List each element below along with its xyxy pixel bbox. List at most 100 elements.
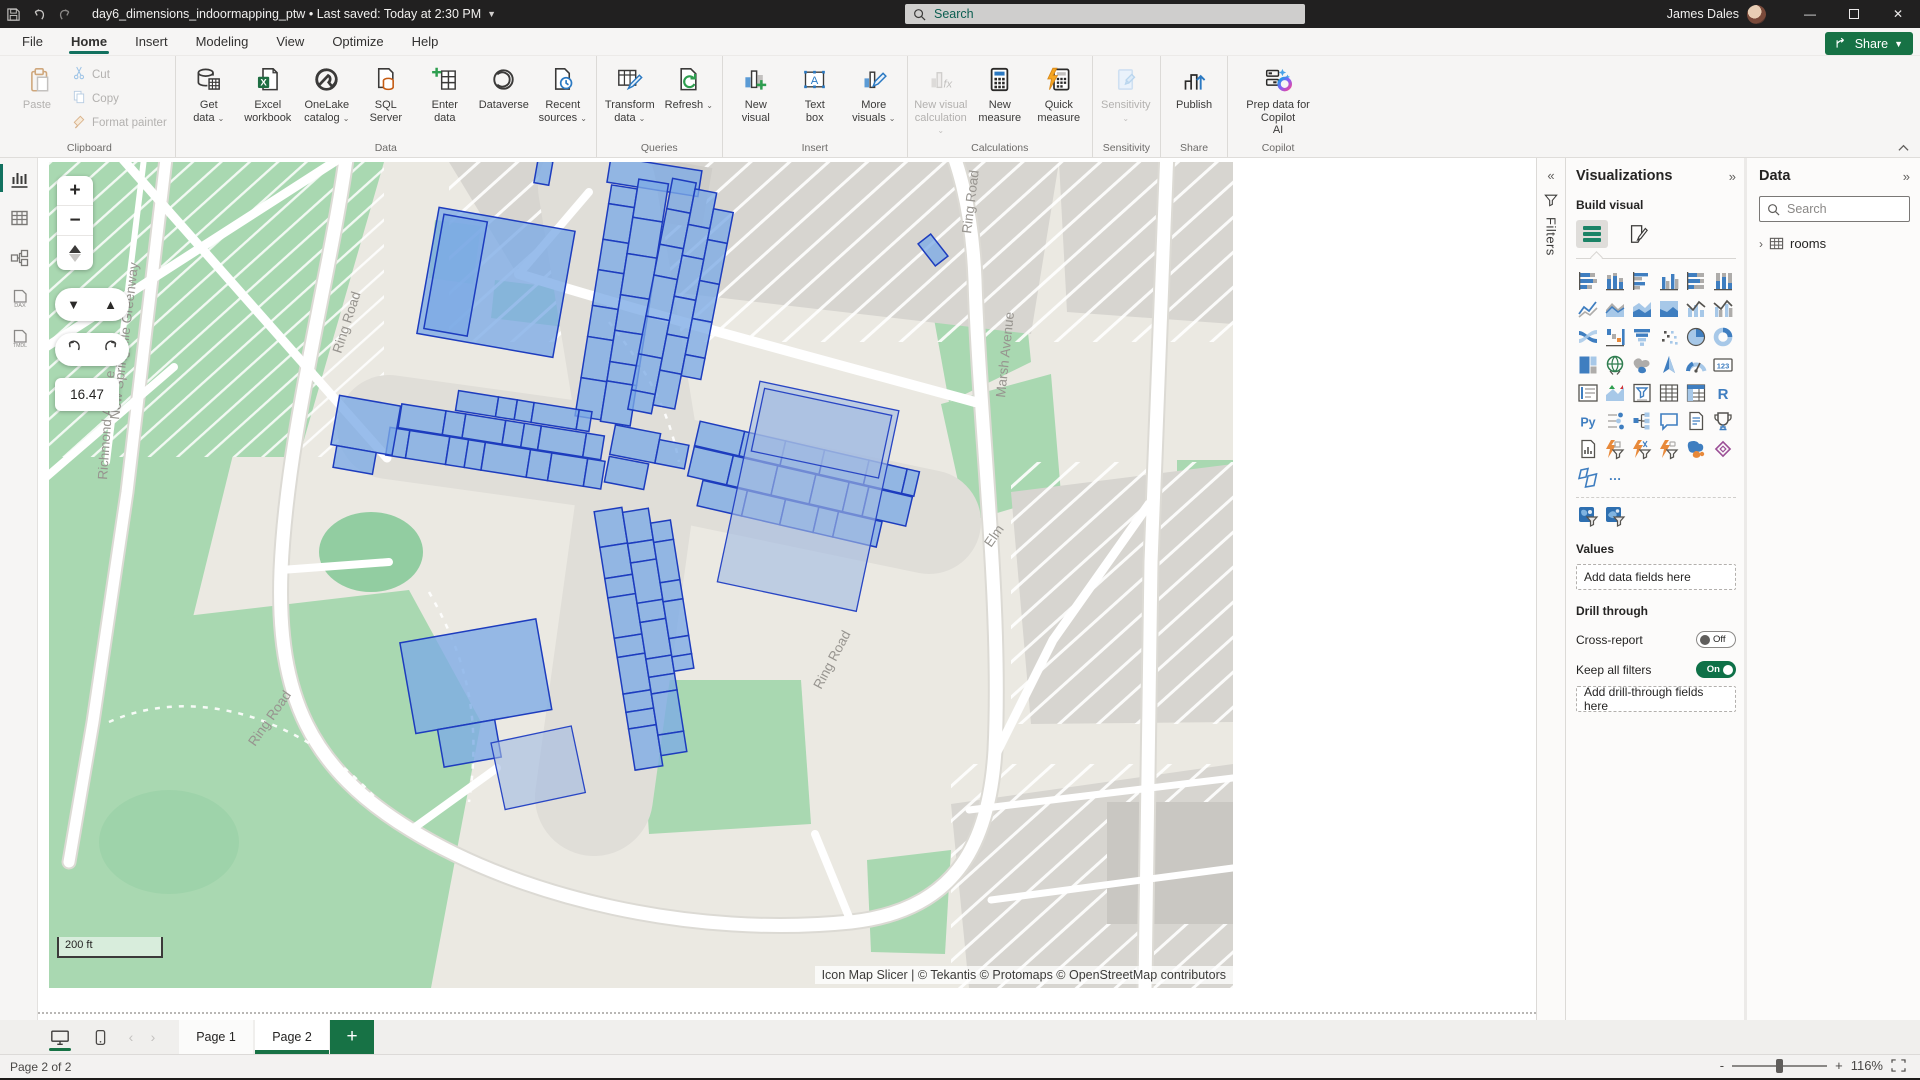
line-and-stacked-column-chart-icon[interactable] (1684, 297, 1708, 321)
menu-modeling[interactable]: Modeling (182, 28, 263, 55)
page-tab-page-1[interactable]: Page 1 (179, 1020, 253, 1054)
azure-map-icon[interactable] (1657, 353, 1681, 377)
clustered-bar-chart-icon[interactable] (1630, 269, 1654, 293)
menu-optimize[interactable]: Optimize (318, 28, 397, 55)
title-dropdown-caret[interactable]: ▼ (487, 9, 496, 19)
fit-to-page-icon[interactable] (1891, 1059, 1906, 1072)
zoom-in-button[interactable]: + (57, 176, 93, 206)
menu-view[interactable]: View (262, 28, 318, 55)
page-tab-page-2[interactable]: Page 2 (255, 1020, 329, 1054)
new-visual-button[interactable]: New visual (727, 58, 785, 136)
funnel-chart-icon[interactable] (1630, 325, 1654, 349)
collapse-ribbon-button[interactable] (1892, 140, 1914, 156)
new-visual-calculation-button[interactable]: fxNew visual calculation ⌄ (912, 58, 970, 138)
r-script-visual-icon[interactable]: R (1711, 381, 1735, 405)
more-visuals-button[interactable]: More visuals ⌄ (845, 58, 903, 136)
user-name[interactable]: James Dales (1667, 7, 1739, 21)
share-button[interactable]: Share▼ (1825, 32, 1913, 55)
cut-button[interactable]: Cut (67, 64, 171, 85)
more-options-icon[interactable]: … (1603, 465, 1627, 489)
table-view-button[interactable] (0, 198, 38, 238)
sensitivity-button[interactable]: Sensitivity ⌄ (1097, 58, 1155, 136)
100-stacked-area-chart-icon[interactable] (1657, 297, 1681, 321)
redo-icon[interactable] (52, 1, 78, 27)
metrics-icon[interactable] (1711, 409, 1735, 433)
report-canvas[interactable]: New Springville GreenwayRichmond AvenueR… (38, 158, 1536, 1020)
azure-map-slicer-icon[interactable] (1576, 465, 1600, 489)
100-stacked-column-chart-icon[interactable] (1711, 269, 1735, 293)
enter-data-button[interactable]: Enter data (416, 58, 474, 136)
mobile-layout-button[interactable] (80, 1020, 120, 1054)
prep-data-for-copilot-ai-button[interactable]: Prep data for Copilot AI (1232, 58, 1324, 137)
icon-map-icon[interactable] (1603, 504, 1627, 528)
build-visual-tab[interactable] (1576, 220, 1608, 248)
area-chart-icon[interactable] (1603, 297, 1627, 321)
paste-button[interactable]: Paste (8, 58, 66, 136)
save-icon[interactable] (0, 1, 26, 27)
collapse-data-button[interactable]: » (1903, 169, 1910, 184)
report-view-button[interactable] (0, 158, 38, 198)
stacked-column-chart-icon[interactable] (1603, 269, 1627, 293)
python-visual-icon[interactable]: Py (1576, 409, 1600, 433)
collapse-visualizations-button[interactable]: » (1729, 169, 1736, 184)
map-visual[interactable]: New Springville GreenwayRichmond AvenueR… (49, 162, 1233, 988)
card-icon[interactable]: 123 (1711, 353, 1735, 377)
100-stacked-bar-chart-icon[interactable] (1684, 269, 1708, 293)
purple-custom-visual-icon[interactable] (1711, 437, 1735, 461)
ribbon-chart-icon[interactable] (1576, 325, 1600, 349)
waterfall-chart-icon[interactable] (1603, 325, 1627, 349)
pie-chart-icon[interactable] (1684, 325, 1708, 349)
model-view-button[interactable] (0, 238, 38, 278)
arcgis-map-icon[interactable] (1684, 437, 1708, 461)
pitch-control[interactable] (57, 236, 93, 270)
decomposition-tree-icon[interactable] (1630, 409, 1654, 433)
menu-file[interactable]: File (8, 28, 57, 55)
slicer-icon[interactable] (1630, 381, 1654, 405)
power-automate-visual-icon[interactable] (1657, 437, 1681, 461)
copy-button[interactable]: Copy (67, 88, 171, 109)
tmdl-view-button[interactable]: TMDL (0, 318, 38, 358)
paginated-report-icon[interactable] (1576, 437, 1600, 461)
format-painter-button[interactable]: Format painter (67, 112, 171, 133)
quick-measure-button[interactable]: Quick measure (1030, 58, 1088, 136)
power-automate-icon[interactable] (1630, 437, 1654, 461)
new-page-button[interactable]: + (330, 1020, 374, 1054)
transform-data-button[interactable]: Transform data ⌄ (601, 58, 659, 136)
rotate-right-button[interactable] (103, 339, 119, 360)
sql-server-button[interactable]: SQL Server (357, 58, 415, 136)
next-page-arrow[interactable]: › (142, 1020, 164, 1054)
avatar[interactable] (1747, 5, 1766, 24)
floor-up-button[interactable]: ▲ (104, 297, 117, 312)
stacked-bar-chart-icon[interactable] (1576, 269, 1600, 293)
minimize-button[interactable]: — (1788, 0, 1832, 28)
data-table-row[interactable]: › rooms (1759, 236, 1910, 251)
filters-pane-title[interactable]: Filters (1544, 217, 1559, 256)
menu-help[interactable]: Help (398, 28, 453, 55)
menu-insert[interactable]: Insert (121, 28, 182, 55)
close-button[interactable]: ✕ (1876, 0, 1920, 28)
undo-icon[interactable] (26, 1, 52, 27)
line-chart-icon[interactable] (1576, 297, 1600, 321)
keep-all-filters-toggle[interactable]: On (1696, 661, 1736, 678)
line-and-clustered-column-chart-icon[interactable] (1711, 297, 1735, 321)
publish-button[interactable]: Publish (1165, 58, 1223, 136)
onelake-catalog-button[interactable]: OneLake catalog ⌄ (298, 58, 356, 136)
prev-page-arrow[interactable]: ‹ (120, 1020, 142, 1054)
q-and-a-icon[interactable] (1657, 409, 1681, 433)
zoom-out-canvas[interactable]: - (1720, 1058, 1724, 1073)
scatter-chart-icon[interactable] (1657, 325, 1681, 349)
donut-chart-icon[interactable] (1711, 325, 1735, 349)
zoom-slider[interactable] (1732, 1065, 1827, 1067)
expand-chevron-icon[interactable]: › (1759, 237, 1763, 251)
floor-down-button[interactable]: ▼ (67, 297, 80, 312)
data-search-input[interactable]: Search (1759, 196, 1910, 222)
zoom-out-button[interactable]: − (57, 206, 93, 236)
excel-workbook-button[interactable]: XExcel workbook (239, 58, 297, 136)
zoom-level-value[interactable]: 16.47 (55, 378, 119, 411)
rotate-left-button[interactable] (66, 339, 82, 360)
desktop-layout-button[interactable] (40, 1020, 80, 1054)
stacked-area-chart-icon[interactable] (1630, 297, 1654, 321)
format-visual-tab[interactable] (1622, 220, 1654, 248)
cross-report-toggle[interactable]: Off (1696, 631, 1736, 648)
global-search-input[interactable]: Search (905, 4, 1305, 24)
